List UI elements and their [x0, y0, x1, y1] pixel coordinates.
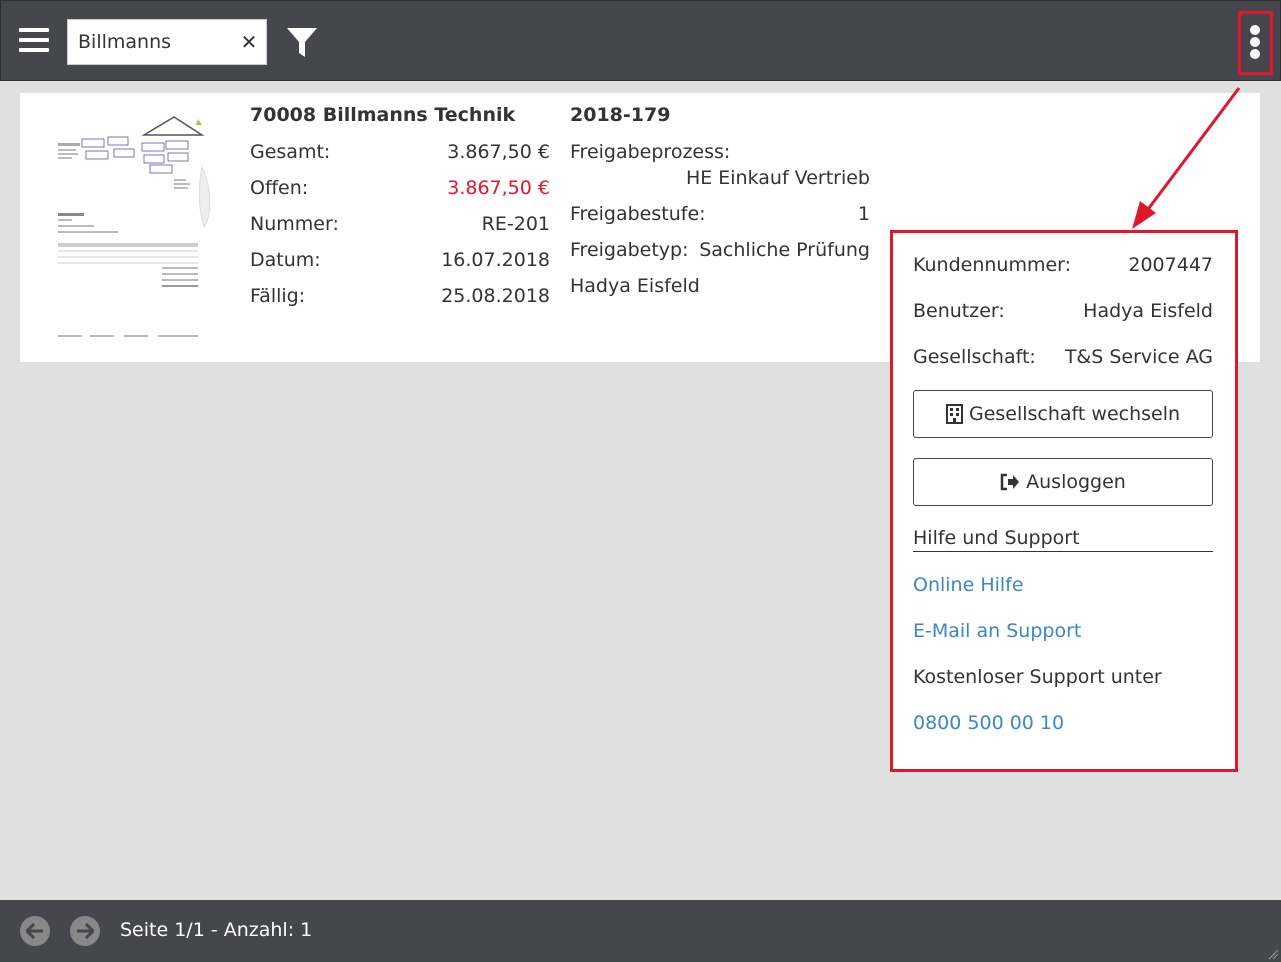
kebab-icon[interactable] [1246, 25, 1264, 61]
customer-number-row: Kundennummer: 2007447 [913, 254, 1213, 282]
sign-out-icon [1000, 473, 1020, 491]
user-row: Benutzer: Hadya Eisfeld [913, 300, 1213, 328]
customer-number-label: Kundennummer: [913, 254, 1072, 276]
company-label: Gesellschaft: [913, 346, 1036, 368]
detail-label: Nummer: [250, 213, 339, 235]
detail-row-number: Nummer: RE-201 [250, 213, 550, 239]
approval-process-label: Freigabeprozess: [570, 141, 731, 163]
filter-icon[interactable] [286, 26, 318, 60]
detail-value: 16.07.2018 [441, 249, 550, 271]
approval-type-value: Sachliche Prüfung [699, 239, 870, 261]
detail-label: Datum: [250, 249, 321, 271]
approval-type-label: Freigabetyp: [570, 239, 689, 261]
detail-label: Gesamt: [250, 141, 331, 163]
approval-process-row: Freigabeprozess: [570, 141, 870, 167]
pagination-info: Seite 1/1 - Anzahl: 1 [120, 919, 312, 941]
approval-id: 2018-179 [570, 104, 671, 126]
bottom-bar: Seite 1/1 - Anzahl: 1 [0, 900, 1281, 962]
detail-row-due: Fällig: 25.08.2018 [250, 285, 550, 311]
top-bar: ✕ [0, 0, 1281, 81]
approval-user-row: Hadya Eisfeld [570, 275, 870, 301]
approval-step-label: Freigabestufe: [570, 203, 706, 225]
detail-row-total: Gesamt: 3.867,50 € [250, 141, 550, 167]
search-input[interactable] [78, 20, 238, 64]
approval-process-value: HE Einkauf Vertrieb [685, 167, 870, 189]
user-label: Benutzer: [913, 300, 1005, 322]
invoice-title: 70008 Billmanns Technik [250, 104, 516, 126]
switch-company-button[interactable]: Gesellschaft wechseln [913, 390, 1213, 438]
user-value: Hadya Eisfeld [1083, 300, 1213, 322]
annotation-arrow [1132, 87, 1241, 229]
page-indicator: Seite 1/1 [120, 919, 205, 941]
customer-number-value: 2007447 [1128, 254, 1213, 276]
building-icon [945, 404, 963, 424]
company-row: Gesellschaft: T&S Service AG [913, 346, 1213, 374]
search-box: ✕ [67, 19, 267, 65]
support-phone-link[interactable]: 0800 500 00 10 [913, 712, 1064, 734]
detail-value: RE-201 [481, 213, 550, 235]
invoice-thumbnail[interactable] [52, 107, 220, 345]
company-value: T&S Service AG [1064, 346, 1213, 368]
close-icon[interactable]: ✕ [240, 29, 258, 55]
online-help-link[interactable]: Online Hilfe [913, 574, 1024, 596]
detail-label: Fällig: [250, 285, 306, 307]
logout-label: Ausloggen [1026, 471, 1126, 493]
switch-company-label: Gesellschaft wechseln [968, 403, 1181, 425]
help-support-heading: Hilfe und Support [913, 527, 1213, 552]
approval-type-row: Freigabetyp: Sachliche Prüfung [570, 239, 870, 265]
detail-row-open: Offen: 3.867,50 € [250, 177, 550, 203]
resize-grip-icon[interactable] [1267, 948, 1279, 960]
detail-value: 3.867,50 € [447, 141, 550, 163]
free-support-text: Kostenloser Support unter [913, 666, 1162, 688]
approval-step-row: Freigabestufe: 1 [570, 203, 870, 229]
detail-value: 25.08.2018 [441, 285, 550, 307]
arrow-right-icon[interactable] [70, 916, 100, 946]
logout-button[interactable]: Ausloggen [913, 458, 1213, 506]
detail-label: Offen: [250, 177, 309, 199]
approval-process-value-row: HE Einkauf Vertrieb [570, 167, 870, 193]
approval-step-value: 1 [857, 203, 870, 225]
arrow-left-icon[interactable] [20, 916, 50, 946]
result-count: Anzahl: 1 [223, 919, 313, 941]
detail-row-date: Datum: 16.07.2018 [250, 249, 550, 275]
hamburger-icon[interactable] [19, 28, 49, 54]
pagination-separator: - [204, 919, 224, 941]
approval-user: Hadya Eisfeld [570, 275, 700, 297]
email-support-link[interactable]: E-Mail an Support [913, 620, 1081, 642]
open-amount-value: 3.867,50 € [447, 177, 550, 199]
